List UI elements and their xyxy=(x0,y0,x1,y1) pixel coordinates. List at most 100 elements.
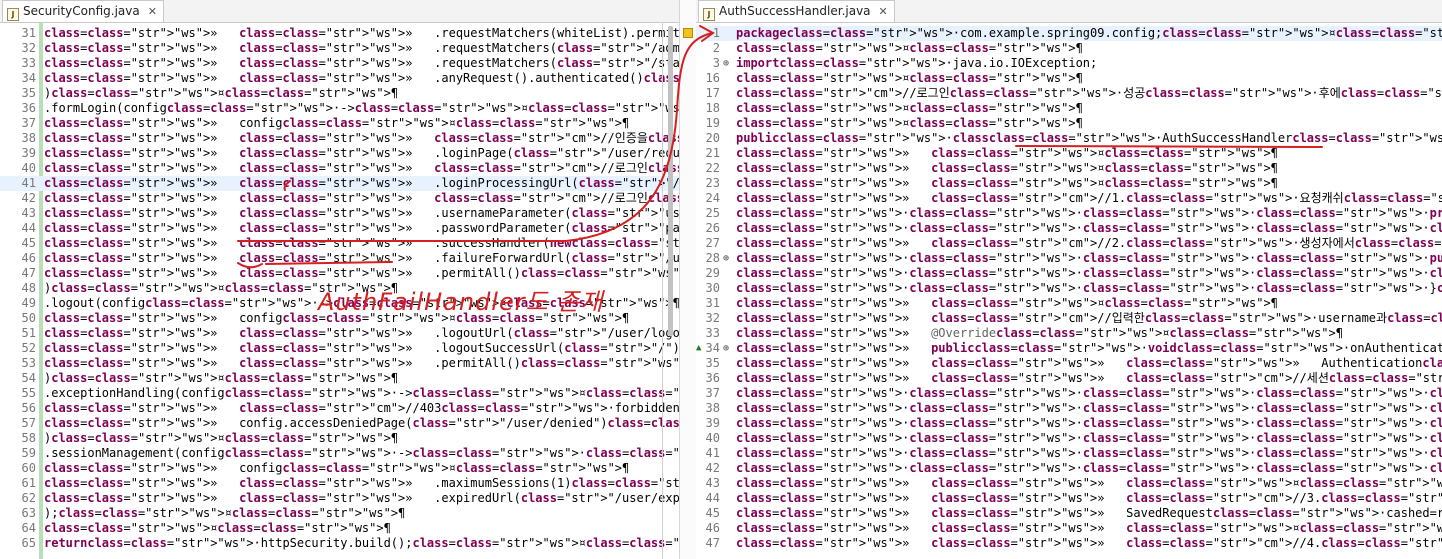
code-line[interactable]: 59 .sessionManagement(configclass=class="… xyxy=(0,446,679,461)
line-text: );class=class="str">"ws">¤class=class="s… xyxy=(44,506,406,520)
line-number: 40 xyxy=(705,431,720,445)
code-line[interactable]: 1 packageclass=class="str">"ws">·com.exam… xyxy=(696,26,1442,41)
code-line[interactable]: 47 class=class="str">"ws">» class=class="… xyxy=(696,536,1442,551)
code-line[interactable]: 31 class=class="str">"ws">» class=class="… xyxy=(0,26,679,41)
line-text: class=class="str">"ws">» class=class="st… xyxy=(44,26,679,40)
line-number: 42 xyxy=(21,191,36,205)
code-line[interactable]: 31 class=class="str">"ws">» class=class="… xyxy=(696,296,1442,311)
code-line[interactable]: 19 class=class="str">"ws">¤class=class="s… xyxy=(696,116,1442,131)
tab-securityconfig[interactable]: J SecurityConfig.java ✕ xyxy=(2,0,164,22)
vertical-scrollbar[interactable] xyxy=(668,26,673,336)
code-line[interactable]: 45 class=class="str">"ws">» class=class="… xyxy=(0,236,679,251)
code-line[interactable]: 23 class=class="str">"ws">» class=class="… xyxy=(696,176,1442,191)
line-text: class=class="str">"ws">» class=class="st… xyxy=(736,191,1442,205)
code-line[interactable]: 53 class=class="str">"ws">» class=class="… xyxy=(0,356,679,371)
code-line[interactable]: 46 class=class="str">"ws">» class=class="… xyxy=(0,251,679,266)
code-line[interactable]: 29 class=class="str">"ws">·class=class="s… xyxy=(696,266,1442,281)
code-line[interactable]: 63);class=class="str">"ws">¤class=class=… xyxy=(0,506,679,521)
code-line[interactable]: 61 class=class="str">"ws">» class=class="… xyxy=(0,476,679,491)
code-line[interactable]: 56 class=class="str">"ws">» class=class="… xyxy=(0,401,679,416)
code-line[interactable]: 46 class=class="str">"ws">» class=class="… xyxy=(696,521,1442,536)
code-line[interactable]: 34 class=class="str">"ws">» publicclass=c… xyxy=(696,341,1442,356)
code-line[interactable]: 39 class=class="str">"ws">» class=class="… xyxy=(0,146,679,161)
tab-authsuccesshandler[interactable]: J AuthSuccessHandler.java ✕ xyxy=(698,0,895,22)
code-line[interactable]: 18 class=class="str">"ws">¤class=class="s… xyxy=(696,101,1442,116)
warning-marker[interactable] xyxy=(683,28,693,38)
fold-icon[interactable]: ⊕ xyxy=(723,341,729,356)
code-line[interactable]: 28 class=class="str">"ws">·class=class="s… xyxy=(696,251,1442,266)
code-line[interactable]: 41 class=class="str">"ws">·class=class="s… xyxy=(696,446,1442,461)
code-line[interactable]: 37 class=class="str">"ws">·class=class="s… xyxy=(696,386,1442,401)
line-number: 59 xyxy=(21,446,36,460)
line-number: 55 xyxy=(21,386,36,400)
code-line[interactable]: 22 class=class="str">"ws">» class=class="… xyxy=(696,161,1442,176)
code-line[interactable]: 32 class=class="str">"ws">» class=class="… xyxy=(696,311,1442,326)
code-line[interactable]: 24 class=class="str">"ws">» class=class="… xyxy=(696,191,1442,206)
line-number: 34 xyxy=(21,71,36,85)
fold-icon[interactable]: ⊕ xyxy=(723,56,729,71)
code-line[interactable]: 16 class=class="str">"ws">¤class=class="s… xyxy=(696,71,1442,86)
code-line[interactable]: 27 class=class="str">"ws">» class=class="… xyxy=(696,236,1442,251)
code-line[interactable]: 34 class=class="str">"ws">» class=class="… xyxy=(0,71,679,86)
code-line[interactable]: 37 class=class="str">"ws">» configclass=c… xyxy=(0,116,679,131)
code-line[interactable]: 57 class=class="str">"ws">» config.access… xyxy=(0,416,679,431)
close-icon[interactable]: ✕ xyxy=(879,5,888,18)
code-line[interactable]: 44 class=class="str">"ws">» class=class="… xyxy=(0,221,679,236)
code-line[interactable]: 38 class=class="str">"ws">·class=class="s… xyxy=(696,401,1442,416)
left-editor-pane[interactable]: J SecurityConfig.java ✕ 31 class=class="str… xyxy=(0,0,679,559)
code-line[interactable]: 21 class=class="str">"ws">» class=class="… xyxy=(696,146,1442,161)
line-text: class=class="str">"ws">» configclass=cla… xyxy=(44,116,630,130)
code-line[interactable]: 20 publicclass=class="str">"ws">·classcla… xyxy=(696,131,1442,146)
java-file-icon: J xyxy=(7,8,19,21)
line-text: class=class="str">"ws">¤class=class="str… xyxy=(736,71,1083,85)
line-text: class=class="str">"ws">·class=class="str… xyxy=(736,221,1442,235)
code-line[interactable]: 3 importclass=class="str">"ws">·java.io.I… xyxy=(696,56,1442,71)
code-line[interactable]: 38 class=class="str">"ws">» class=class="… xyxy=(0,131,679,146)
code-line[interactable]: 41 class=class="str">"ws">» class=class="… xyxy=(0,176,679,191)
line-number: 43 xyxy=(705,476,720,490)
code-line[interactable]: 65 returnclass=class="str">"ws">·httpSecu… xyxy=(0,536,679,551)
code-line[interactable]: 33 class=class="str">"ws">» @Overrideclas… xyxy=(696,326,1442,341)
code-line[interactable]: 17 class=class="str">"cm">//로그인class=clas… xyxy=(696,86,1442,101)
code-line[interactable]: 30 class=class="str">"ws">·class=class="s… xyxy=(696,281,1442,296)
line-text: class=class="str">"ws">» class=class="st… xyxy=(44,326,679,340)
code-line[interactable]: 26 class=class="str">"ws">·class=class="s… xyxy=(696,221,1442,236)
right-code-area[interactable]: 1 packageclass=class="str">"ws">·com.exam… xyxy=(696,22,1442,559)
code-line[interactable]: 36 class=class="str">"ws">» class=class="… xyxy=(696,371,1442,386)
code-line[interactable]: 39 class=class="str">"ws">·class=class="s… xyxy=(696,416,1442,431)
close-icon[interactable]: ✕ xyxy=(148,5,157,18)
code-line[interactable]: 35 class=class="str">"ws">» class=class="… xyxy=(696,356,1442,371)
code-line[interactable]: 58)class=class="str">"ws">¤class=class="… xyxy=(0,431,679,446)
right-editor-pane[interactable]: J AuthSuccessHandler.java ✕ 1 packageclass=… xyxy=(696,0,1442,559)
line-text: class=class="str">"ws">» class=class="st… xyxy=(736,491,1442,505)
code-line[interactable]: 45 class=class="str">"ws">» class=class="… xyxy=(696,506,1442,521)
code-line[interactable]: 55 .exceptionHandling(configclass=class="… xyxy=(0,386,679,401)
code-line[interactable]: 62 class=class="str">"ws">» class=class="… xyxy=(0,491,679,506)
code-line[interactable]: 43 class=class="str">"ws">» class=class="… xyxy=(696,476,1442,491)
line-number: 32 xyxy=(705,311,720,325)
code-line[interactable]: 32 class=class="str">"ws">» class=class="… xyxy=(0,41,679,56)
code-line[interactable]: 42 class=class="str">"ws">» class=class="… xyxy=(0,191,679,206)
code-line[interactable]: 64 class=class="str">"ws">¤class=class="s… xyxy=(0,521,679,536)
code-line[interactable]: 33 class=class="str">"ws">» class=class="… xyxy=(0,56,679,71)
line-text: class=class="str">"ws">» class=class="st… xyxy=(44,266,679,280)
line-number: 41 xyxy=(705,446,720,460)
line-text: )class=class="str">"ws">¤class=class="st… xyxy=(44,86,399,100)
code-line[interactable]: 42 class=class="str">"ws">·class=class="s… xyxy=(696,461,1442,476)
line-number: 54 xyxy=(21,371,36,385)
code-line[interactable]: 60 class=class="str">"ws">» configclass=c… xyxy=(0,461,679,476)
code-line[interactable]: 40 class=class="str">"ws">» class=class="… xyxy=(0,161,679,176)
code-line[interactable]: 36 .formLogin(configclass=class="str">"ws… xyxy=(0,101,679,116)
code-line[interactable]: 54)class=class="str">"ws">¤class=class="… xyxy=(0,371,679,386)
code-line[interactable]: 47 class=class="str">"ws">» class=class="… xyxy=(0,266,679,281)
code-line[interactable]: 44 class=class="str">"ws">» class=class="… xyxy=(696,491,1442,506)
fold-icon[interactable]: ⊕ xyxy=(723,251,729,266)
line-number: 30 xyxy=(705,281,720,295)
code-line[interactable]: 40 class=class="str">"ws">·class=class="s… xyxy=(696,431,1442,446)
code-line[interactable]: 51 class=class="str">"ws">» class=class="… xyxy=(0,326,679,341)
code-line[interactable]: 43 class=class="str">"ws">» class=class="… xyxy=(0,206,679,221)
code-line[interactable]: 35)class=class="str">"ws">¤class=class="… xyxy=(0,86,679,101)
code-line[interactable]: 25 class=class="str">"ws">·class=class="s… xyxy=(696,206,1442,221)
code-line[interactable]: 2 class=class="str">"ws">¤class=class="st… xyxy=(696,41,1442,56)
code-line[interactable]: 52 class=class="str">"ws">» class=class="… xyxy=(0,341,679,356)
